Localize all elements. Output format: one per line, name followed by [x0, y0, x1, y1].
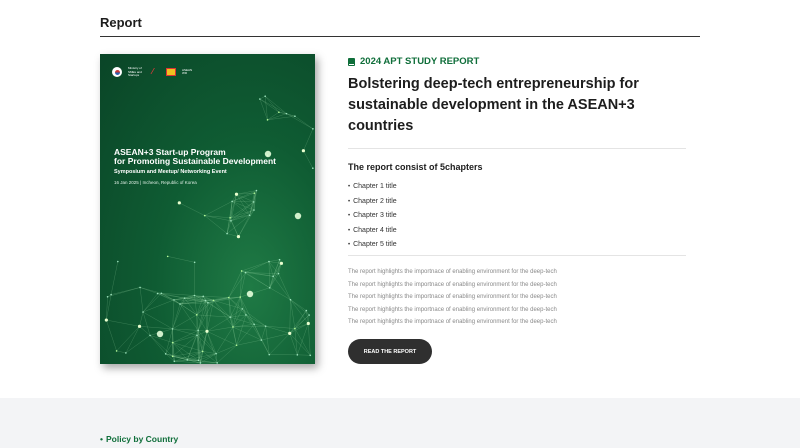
report-page: Report Ministry of SMEs and Startups ⁄ A… — [0, 0, 800, 448]
ministry-logo-text: Ministry of SMEs and Startups — [128, 66, 142, 77]
read-report-button[interactable]: READ THE REPORT — [348, 339, 432, 364]
divider — [348, 148, 686, 149]
description-line: The report highlights the importnace of … — [348, 281, 557, 288]
chapter-item: Chapter 4 title — [348, 224, 397, 239]
divider — [348, 255, 686, 256]
section-title: Report — [100, 15, 142, 30]
section-divider — [100, 36, 700, 37]
footer-band: Policy by Country — [0, 398, 800, 448]
government-seal-icon — [112, 67, 122, 78]
chapter-item: Chapter 1 title — [348, 180, 397, 195]
description-line: The report highlights the importnace of … — [348, 319, 557, 325]
chapters-title: The report consist of 5chapters — [348, 162, 483, 172]
chapter-item: Chapter 5 title — [348, 238, 397, 253]
chapter-list: Chapter 1 title Chapter 2 title Chapter … — [348, 180, 397, 253]
asean-logo-icon — [166, 68, 176, 77]
report-tag: 2024 APT STUDY REPORT — [348, 56, 479, 67]
book-icon — [348, 57, 355, 66]
chapter-item: Chapter 2 title — [348, 195, 397, 210]
cover-subtitle: Symposium and Meetup/ Networking Event — [114, 169, 227, 175]
description-line: The report highlights the importnace of … — [348, 269, 557, 275]
report-description: The report highlights the importnace of … — [348, 266, 557, 329]
report-headline: Bolstering deep-tech entrepreneurship fo… — [348, 76, 639, 134]
cover-date: 16 Jan 2025 | Incheon, Republic of Korea — [114, 180, 197, 185]
chapter-item: Chapter 3 title — [348, 209, 397, 224]
description-line: The report highlights the importnace of … — [348, 294, 557, 300]
network-illustration — [104, 95, 314, 364]
wr-logo-text: ASEAN WR — [182, 67, 193, 76]
cover-logos: Ministry of SMEs and Startups ⁄ ASEAN WR — [112, 66, 194, 78]
description-line: The report highlights the importnace of … — [348, 306, 557, 313]
policy-by-country-link[interactable]: Policy by Country — [100, 434, 178, 444]
report-cover-image[interactable]: Ministry of SMEs and Startups ⁄ ASEAN WR… — [100, 54, 315, 364]
cover-title-line2: for Promoting Sustainable Development — [114, 156, 276, 166]
report-tag-label: 2024 APT STUDY REPORT — [360, 56, 480, 67]
partner-logo-icon: ⁄ — [152, 67, 154, 77]
